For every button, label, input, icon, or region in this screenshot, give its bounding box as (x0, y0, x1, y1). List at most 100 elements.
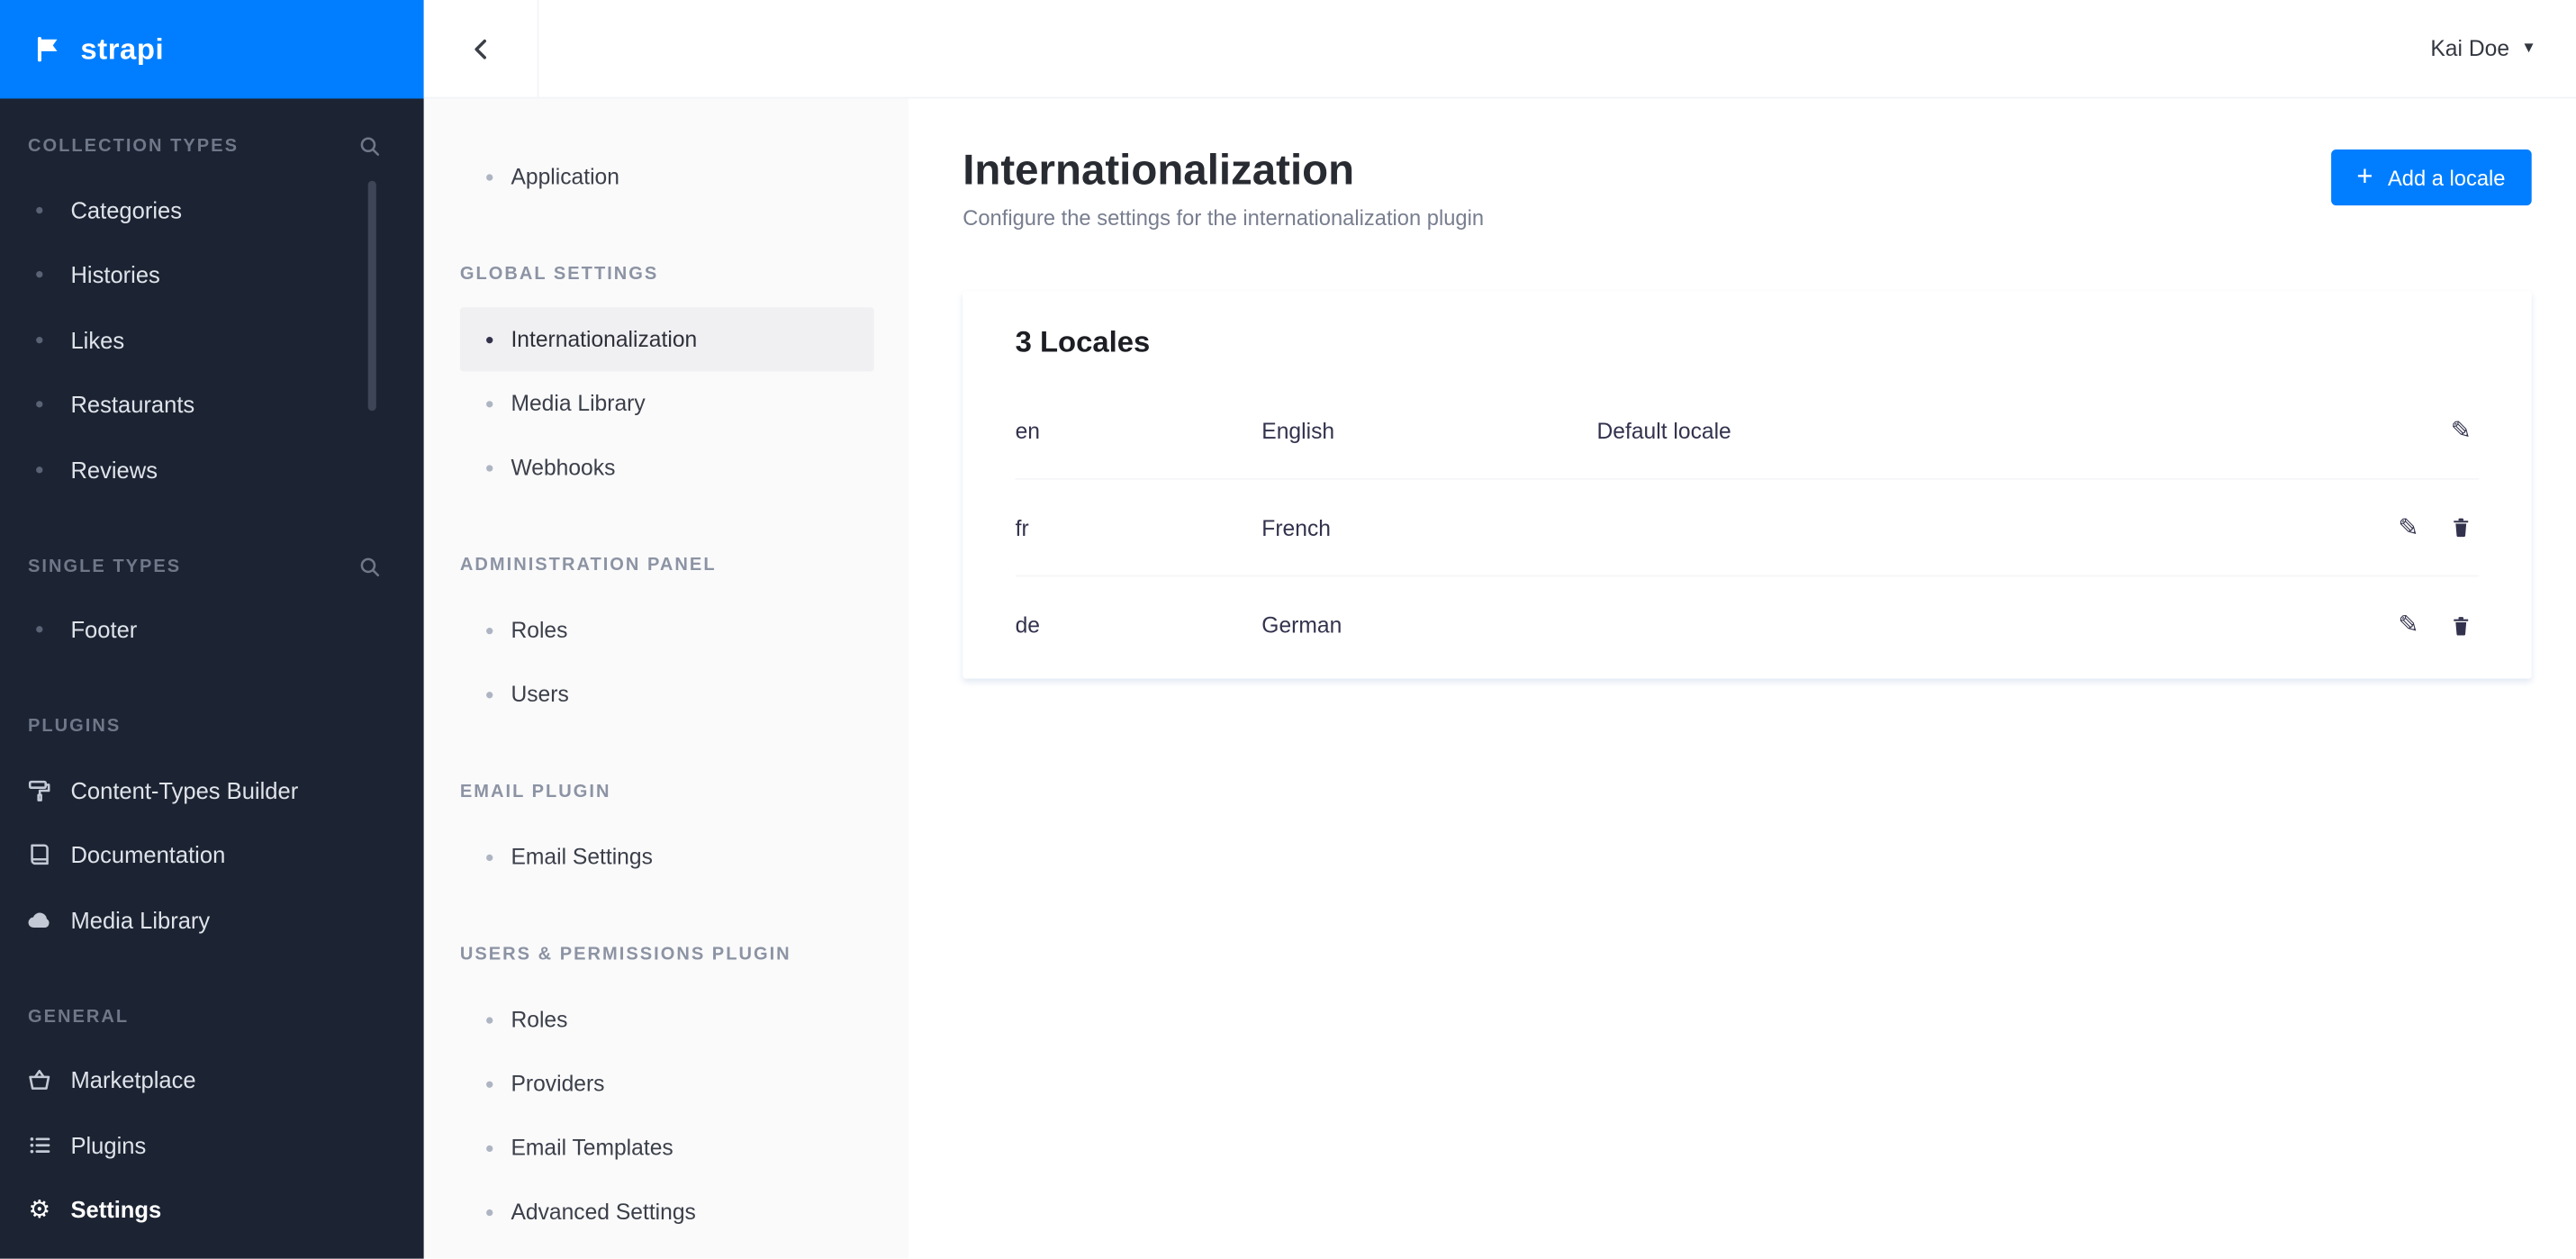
cloud-icon (26, 907, 52, 933)
pencil-icon: ✎ (2398, 513, 2419, 542)
sidebar-item-footer[interactable]: Footer (0, 597, 424, 662)
sidebar-item-reviews[interactable]: Reviews (0, 437, 424, 502)
paint-roller-icon (26, 777, 52, 803)
main-content: Internationalization Configure the setti… (908, 98, 2576, 1259)
basket-icon (26, 1067, 52, 1093)
bullet-icon (486, 1144, 493, 1152)
add-locale-button[interactable]: + Add a locale (2330, 149, 2532, 206)
sidebar-item-media-library[interactable]: Media Library (0, 887, 424, 952)
email-plugin-title: EMAIL PLUGIN (459, 782, 611, 802)
list-icon (26, 1132, 52, 1158)
user-name: Kai Doe (2430, 36, 2510, 61)
settings-item-webhooks[interactable]: Webhooks (460, 436, 874, 500)
chevron-left-icon (467, 35, 493, 61)
pencil-icon: ✎ (2398, 611, 2419, 640)
locale-name: German (1261, 612, 1342, 639)
settings-item-admin-users[interactable]: Users (460, 662, 874, 726)
page-subtitle: Configure the settings for the internati… (963, 205, 1485, 231)
settings-item-up-roles[interactable]: Roles (460, 988, 874, 1052)
plugins-title: PLUGINS (28, 716, 122, 737)
bullet-icon (26, 401, 52, 408)
locale-code: de (1015, 612, 1041, 639)
locale-name: French (1261, 515, 1331, 540)
bullet-icon (486, 627, 493, 634)
delete-locale-button[interactable] (2443, 608, 2479, 644)
trash-icon (2449, 516, 2472, 539)
locales-card: 3 Locales en English Default locale ✎ fr… (963, 291, 2532, 679)
settings-section-email-plugin: EMAIL PLUGIN Email Settings (424, 781, 908, 889)
user-menu[interactable]: Kai Doe ▾ (2430, 0, 2533, 97)
strapi-logo[interactable]: strapi (0, 0, 424, 99)
collection-types-search-icon[interactable] (358, 135, 382, 159)
general-list: Marketplace Plugins ⚙ Settings (0, 1047, 424, 1242)
bullet-icon (486, 1080, 493, 1087)
administration-panel-title: ADMINISTRATION PANEL (459, 555, 717, 575)
sidebar-item-histories[interactable]: Histories (0, 242, 424, 307)
trash-icon (2449, 614, 2472, 638)
add-locale-label: Add a locale (2387, 165, 2506, 190)
section-single-types: SINGLE TYPES (0, 555, 424, 578)
page-header: Internationalization Configure the setti… (908, 98, 2576, 231)
locales-card-title: 3 Locales (1015, 325, 1151, 359)
bullet-icon (26, 271, 52, 278)
locale-name: English (1261, 418, 1335, 444)
locale-row-fr[interactable]: fr French ✎ (1015, 480, 2480, 577)
settings-item-internationalization[interactable]: Internationalization (459, 307, 874, 372)
primary-sidebar: strapi COLLECTION TYPES Categories Histo… (0, 0, 424, 1259)
sidebar-item-likes[interactable]: Likes (0, 307, 424, 372)
delete-locale-button[interactable] (2443, 510, 2479, 546)
settings-section-users-permissions: USERS & PERMISSIONS PLUGIN Roles Provide… (424, 943, 908, 1244)
sidebar-item-restaurants[interactable]: Restaurants (0, 372, 424, 437)
edit-locale-button[interactable]: ✎ (2391, 608, 2427, 644)
sidebar-item-settings[interactable]: ⚙ Settings (0, 1177, 424, 1242)
collection-types-scrollbar[interactable] (367, 180, 376, 412)
settings-item-email-settings[interactable]: Email Settings (460, 825, 874, 889)
strapi-logo-text: strapi (80, 32, 165, 66)
settings-section-global: GLOBAL SETTINGS Internationalization Med… (424, 263, 908, 500)
settings-section-admin-panel: ADMINISTRATION PANEL Roles Users (424, 554, 908, 727)
settings-sidebar: Application GLOBAL SETTINGS Internationa… (423, 98, 909, 1259)
strapi-logo-icon (32, 32, 65, 65)
bullet-icon (26, 206, 52, 213)
bullet-icon (26, 626, 52, 633)
sidebar-item-content-types-builder[interactable]: Content-Types Builder (0, 757, 424, 822)
settings-item-email-templates[interactable]: Email Templates (460, 1116, 874, 1180)
bullet-icon (486, 464, 493, 471)
bullet-icon (486, 1016, 493, 1023)
bullet-icon (26, 466, 52, 474)
sidebar-item-marketplace[interactable]: Marketplace (0, 1047, 424, 1112)
general-title: GENERAL (28, 1006, 130, 1027)
single-types-search-icon[interactable] (358, 555, 382, 578)
sidebar-item-plugins[interactable]: Plugins (0, 1112, 424, 1177)
bullet-icon (486, 173, 493, 180)
bullet-icon (486, 400, 493, 407)
locale-row-en[interactable]: en English Default locale ✎ (1015, 383, 2480, 481)
locale-row-de[interactable]: de German ✎ (1016, 577, 2480, 675)
topbar: Kai Doe ▾ (423, 0, 2576, 99)
global-settings-title: GLOBAL SETTINGS (459, 264, 659, 285)
settings-item-providers[interactable]: Providers (460, 1052, 874, 1116)
book-icon (26, 842, 52, 868)
plugins-list: Content-Types Builder Documentation Medi… (0, 757, 424, 952)
edit-locale-button[interactable]: ✎ (2443, 412, 2479, 448)
edit-locale-button[interactable]: ✎ (2391, 510, 2427, 546)
gear-icon: ⚙ (28, 1195, 51, 1224)
back-button[interactable] (423, 0, 539, 97)
locale-code: fr (1015, 515, 1029, 540)
sidebar-item-categories[interactable]: Categories (0, 177, 424, 242)
bullet-icon (486, 1208, 493, 1216)
locale-note: Default locale (1596, 418, 1731, 444)
settings-item-media-library[interactable]: Media Library (460, 371, 874, 435)
sidebar-item-documentation[interactable]: Documentation (0, 822, 424, 887)
users-permissions-plugin-title: USERS & PERMISSIONS PLUGIN (459, 945, 791, 965)
bullet-icon (486, 853, 493, 861)
section-collection-types: COLLECTION TYPES (0, 135, 424, 159)
settings-item-admin-roles[interactable]: Roles (460, 598, 874, 662)
bullet-icon (486, 691, 493, 698)
settings-item-advanced-settings[interactable]: Advanced Settings (460, 1180, 874, 1244)
single-types-title: SINGLE TYPES (28, 556, 182, 576)
settings-item-application[interactable]: Application (460, 145, 874, 209)
strapi-admin: strapi COLLECTION TYPES Categories Histo… (0, 0, 2576, 1259)
locales-table: en English Default locale ✎ fr French ✎ (963, 383, 2531, 674)
section-plugins: PLUGINS (0, 715, 424, 738)
